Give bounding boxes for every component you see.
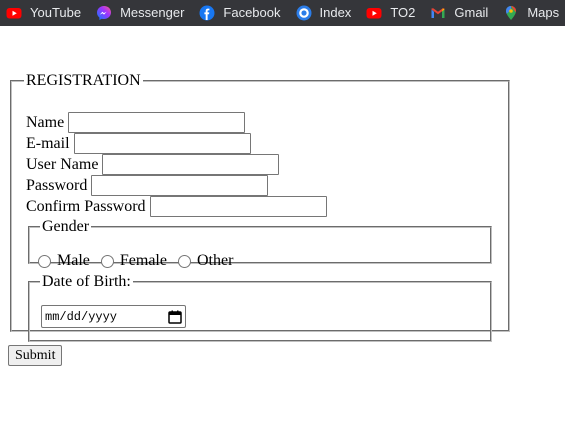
confirm-password-label: Confirm Password [26,197,146,215]
username-row: User Name [26,154,280,175]
index-icon [296,5,312,21]
bookmark-label: Maps [527,5,560,20]
bookmark-gmail[interactable]: Gmail [424,0,497,26]
name-row: Name [26,112,246,133]
name-label: Name [26,113,65,131]
gender-fieldset: Gender Male Female Other [28,218,492,269]
password-row: Password [26,175,269,196]
dob-input[interactable]: mm/dd/yyyy [41,305,186,328]
bookmarks-bar: YouTube Messenger Facebook Index TO2 Gma… [0,0,565,26]
email-input[interactable] [73,133,251,154]
confirm-password-row: Confirm Password [26,196,327,217]
bookmark-label: Gmail [454,5,489,20]
dob-legend: Date of Birth: [42,273,131,290]
dob-fieldset: Date of Birth: mm/dd/yyyy [28,273,492,342]
username-label: User Name [26,155,99,173]
name-input[interactable] [68,112,246,133]
gender-radio-male[interactable] [38,254,51,268]
confirm-password-input[interactable] [149,196,327,217]
password-input[interactable] [91,175,269,196]
bookmark-youtube[interactable]: YouTube [0,0,90,26]
messenger-icon [96,5,112,21]
bookmark-maps[interactable]: Maps [497,0,565,26]
bookmark-to2[interactable]: TO2 [360,0,424,26]
password-label: Password [26,176,88,194]
bookmark-label: Messenger [120,5,185,20]
bookmark-index[interactable]: Index [290,0,361,26]
bookmark-label: YouTube [30,5,82,20]
bookmark-label: Facebook [223,5,281,20]
youtube-icon [6,5,22,21]
gmail-icon [430,5,446,21]
bookmark-label: Index [319,5,352,20]
dob-placeholder: mm/dd/yyyy [45,309,118,324]
gender-legend: Gender [42,218,90,235]
registration-fieldset: REGISTRATION Name E-mail User Name Passw… [10,72,510,342]
registration-legend: REGISTRATION [26,72,141,89]
gender-options: Male Female Other [34,252,240,270]
maps-icon [503,5,519,21]
username-input[interactable] [102,154,280,175]
submit-button[interactable]: Submit [8,345,63,366]
calendar-icon[interactable] [168,310,182,324]
gender-label-female: Female [119,252,167,269]
gender-radio-female[interactable] [100,254,114,268]
email-label: E-mail [26,134,70,152]
gender-label-other: Other [196,252,234,269]
gender-label-male: Male [57,252,90,269]
email-row: E-mail [26,133,251,154]
bookmark-label: TO2 [390,5,416,20]
facebook-icon [199,5,215,21]
bookmark-messenger[interactable]: Messenger [90,0,193,26]
gender-radio-other[interactable] [177,254,191,268]
youtube-icon [366,5,382,21]
bookmark-facebook[interactable]: Facebook [193,0,289,26]
